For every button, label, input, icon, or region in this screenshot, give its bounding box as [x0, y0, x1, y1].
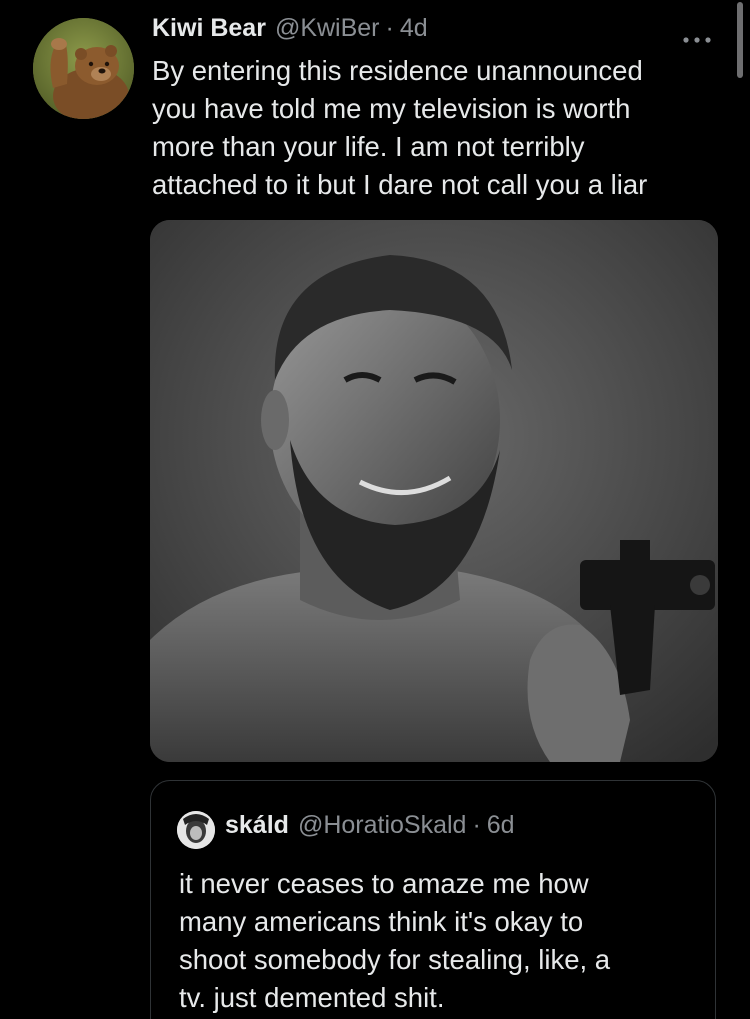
quoted-text-line: shoot somebody for stealing, like, a	[179, 944, 611, 975]
author-name[interactable]: Kiwi Bear	[152, 14, 266, 43]
quoted-author-handle[interactable]: @HoratioSkald	[298, 811, 467, 840]
scrollbar-thumb[interactable]	[737, 2, 743, 78]
tweet-header: Kiwi Bear @KwiBer · 4d	[152, 14, 428, 52]
tweet-page: Kiwi Bear @KwiBer · 4d By entering this …	[0, 0, 750, 1019]
author-handle[interactable]: @KwiBer	[275, 14, 380, 43]
tweet-body: By entering this residence unannounced y…	[152, 52, 732, 204]
more-options-icon[interactable]	[682, 31, 712, 43]
tweet-text-line: attached to it but I dare not call you a…	[152, 169, 648, 200]
tweet-media-image[interactable]	[150, 220, 718, 762]
tweet-text-line: more than your life. I am not terribly	[152, 131, 585, 162]
quoted-text-line: it never ceases to amaze me how	[179, 868, 589, 899]
quoted-tweet[interactable]: skáld @HoratioSkald · 6d it never ceases…	[150, 780, 716, 1019]
quoted-header: skáld @HoratioSkald · 6d	[225, 811, 515, 840]
quoted-avatar-icon	[177, 811, 215, 849]
quoted-tweet-body: it never ceases to amaze me how many ame…	[179, 865, 699, 1017]
quoted-tweet-age[interactable]: 6d	[487, 811, 515, 840]
bear-avatar-icon	[33, 18, 134, 119]
tweet-text-line: By entering this residence unannounced	[152, 55, 643, 86]
separator-dot: ·	[385, 14, 394, 42]
meme-photo-icon	[150, 220, 718, 762]
quoted-text-line: tv. just demented shit.	[179, 982, 445, 1013]
bear-avatar[interactable]	[33, 18, 134, 119]
quoted-avatar[interactable]	[177, 811, 215, 849]
separator-dot: ·	[472, 811, 481, 839]
tweet-text-line: you have told me my television is worth	[152, 93, 631, 124]
quoted-text-line: many americans think it's okay to	[179, 906, 584, 937]
tweet-age[interactable]: 4d	[400, 14, 428, 43]
quoted-author-name[interactable]: skáld	[225, 811, 289, 840]
